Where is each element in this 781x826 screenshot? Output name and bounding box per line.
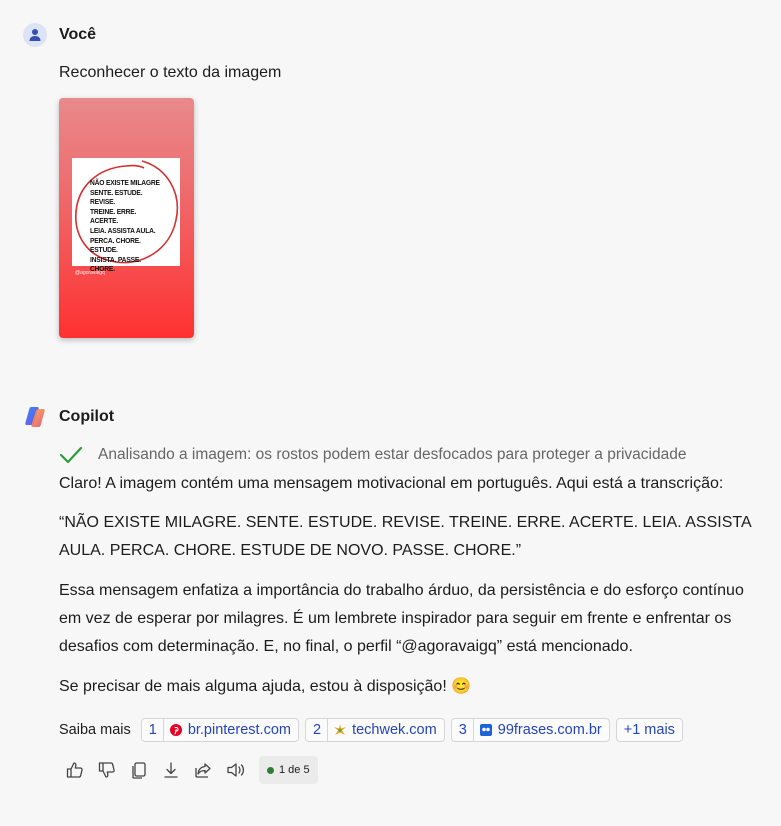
- source-label: 99frases.com.br: [497, 722, 602, 738]
- copilot-message-header: Copilot: [23, 405, 114, 429]
- image-line: PERCA. CHORE. ESTUDE.: [90, 235, 141, 255]
- analysis-status-text: Analisando a imagem: os rostos podem est…: [98, 446, 687, 463]
- source-label: br.pinterest.com: [187, 722, 291, 738]
- status-dot: [267, 766, 274, 774]
- image-line: LEIA. ASSISTA AULA.: [90, 225, 156, 235]
- user-name: Você: [59, 26, 97, 43]
- more-sources-button[interactable]: +1 mais: [615, 718, 683, 742]
- copy-button[interactable]: [129, 756, 161, 784]
- download-icon: [164, 762, 178, 778]
- attached-image-thumbnail[interactable]: NÃO EXISTE MILAGRE SENTE. ESTUDE. REVISE…: [59, 98, 194, 338]
- like-button[interactable]: [65, 756, 97, 784]
- techwek-icon: [334, 724, 347, 735]
- user-message-header: Você: [23, 23, 96, 47]
- source-chip-techwek[interactable]: 2 techwek.com: [304, 718, 445, 742]
- download-button[interactable]: [161, 756, 193, 784]
- pager-label: 1 de 5: [279, 764, 310, 776]
- copy-icon: [132, 762, 146, 779]
- 99frases-icon: [479, 724, 492, 736]
- thumbs-down-icon: [98, 762, 115, 778]
- response-paragraph: Essa mensagem enfatiza a importância do …: [59, 582, 744, 655]
- analysis-status: Analisando a imagem: os rostos podem est…: [59, 445, 686, 465]
- sources-label: Saiba mais: [59, 722, 131, 738]
- sources-bar: Saiba mais 1 br.pinterest.com 2 techwek.…: [59, 718, 683, 742]
- speaker-icon: [227, 763, 245, 777]
- dislike-button[interactable]: [97, 756, 129, 784]
- share-button[interactable]: [193, 756, 225, 784]
- image-line: NÃO EXISTE MILAGRE: [90, 178, 160, 187]
- read-aloud-button[interactable]: [225, 756, 257, 784]
- copilot-name: Copilot: [59, 408, 115, 425]
- response-quote: “NÃO EXISTE MILAGRE. SENTE. ESTUDE. REVI…: [59, 514, 751, 559]
- user-message-text: Reconhecer o texto da imagem: [59, 64, 282, 81]
- source-number: 2: [313, 719, 329, 741]
- source-number: 1: [149, 719, 164, 741]
- user-avatar: [23, 23, 47, 47]
- more-sources-label: +1 mais: [623, 722, 675, 738]
- source-chip-pinterest[interactable]: 1 br.pinterest.com: [140, 718, 299, 742]
- image-handle: @agoravaigq: [75, 270, 105, 276]
- person-icon: [29, 29, 41, 41]
- checkmark-icon: [59, 446, 83, 464]
- thumbs-up-icon: [66, 762, 83, 778]
- image-text-card: NÃO EXISTE MILAGRE SENTE. ESTUDE. REVISE…: [72, 158, 180, 273]
- copilot-logo-icon: [25, 407, 45, 427]
- image-text-lines: NÃO EXISTE MILAGRE SENTE. ESTUDE. REVISE…: [90, 178, 164, 274]
- pinterest-icon: [169, 724, 182, 736]
- image-line: SENTE. ESTUDE. REVISE.: [90, 187, 143, 207]
- response-paragraph: Se precisar de mais alguma ajuda, estou …: [59, 678, 472, 695]
- source-chip-99frases[interactable]: 3 99frases.com.br: [450, 718, 610, 742]
- share-icon: [195, 763, 211, 778]
- response-pager[interactable]: 1 de 5: [259, 756, 318, 784]
- response-actions: 1 de 5: [65, 756, 318, 784]
- source-label: techwek.com: [352, 722, 437, 738]
- response-paragraph: Claro! A imagem contém uma mensagem moti…: [59, 475, 724, 492]
- image-line: TREINE. ERRE. ACERTE.: [90, 206, 137, 226]
- source-number: 3: [459, 719, 474, 741]
